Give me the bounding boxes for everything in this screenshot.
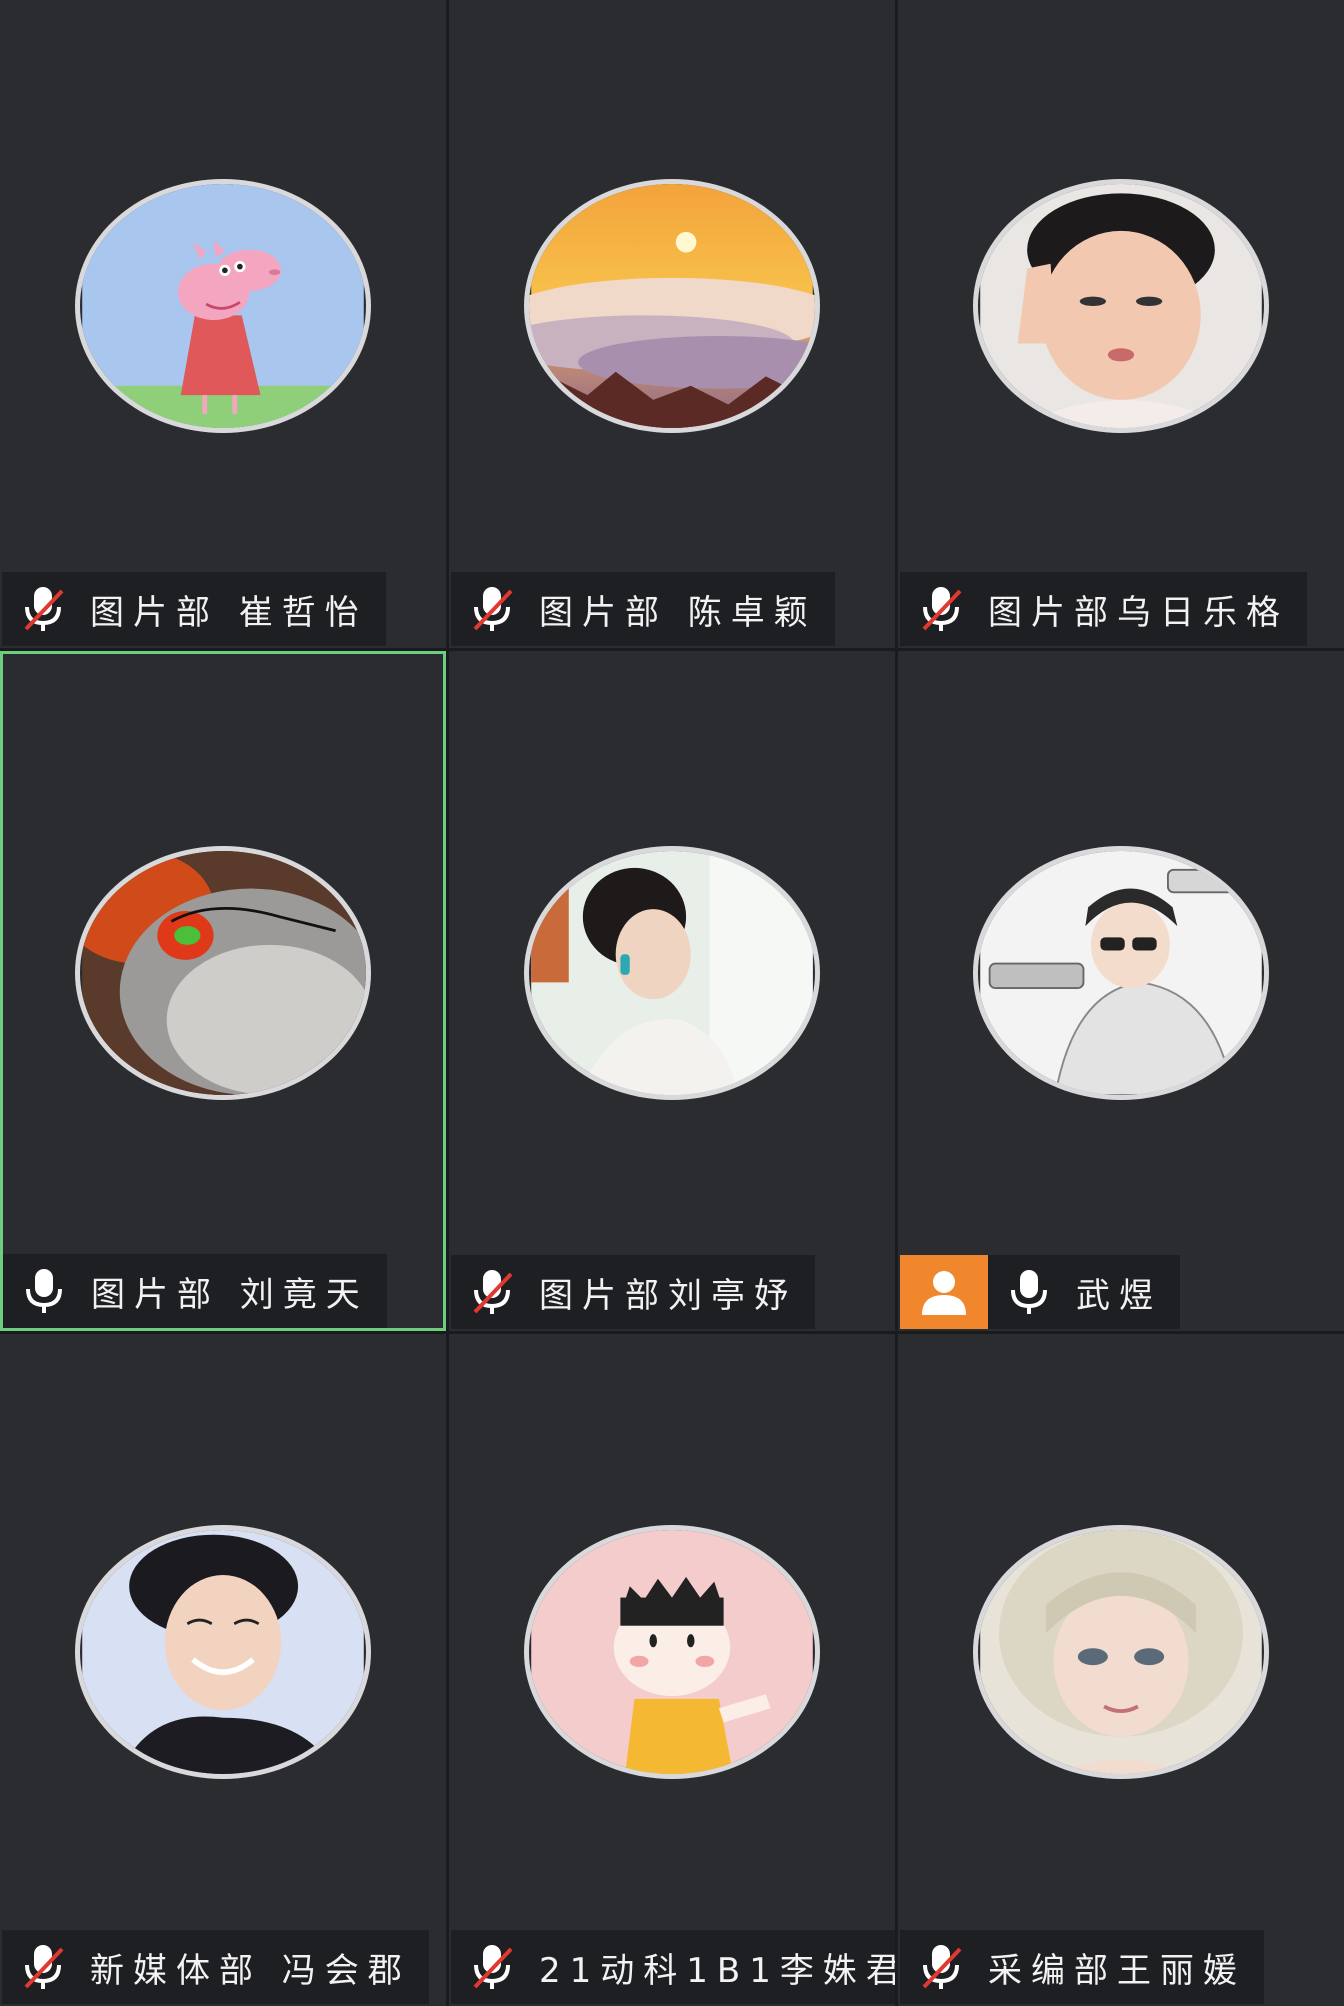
avatar xyxy=(75,1525,371,1779)
mic-muted-icon xyxy=(473,1270,513,1314)
sunset-clouds-image xyxy=(529,184,815,428)
young-man-smiling-image xyxy=(82,1530,364,1774)
name-label: 21动科1B1李姝君 xyxy=(451,1930,895,2004)
participant-tile[interactable]: 图片部乌日乐格 xyxy=(898,0,1344,648)
participant-tile[interactable]: 图片部 陈卓颖 xyxy=(449,0,895,648)
avatar xyxy=(524,846,820,1100)
participant-name: 图片部 崔哲怡 xyxy=(90,592,368,633)
mic-muted-icon xyxy=(922,587,962,631)
avatar xyxy=(973,846,1269,1100)
mic-icon xyxy=(1011,1270,1047,1314)
participant-name: 图片部乌日乐格 xyxy=(988,592,1289,633)
avatar xyxy=(973,1525,1269,1779)
satellite-storm-image xyxy=(80,851,366,1095)
mic-icon xyxy=(26,1269,62,1313)
name-label: 图片部 刘竟天 xyxy=(3,1254,387,1328)
name-label: 武煜 xyxy=(900,1255,1180,1329)
peppa-pig-image xyxy=(82,184,364,428)
participant-tile[interactable]: 21动科1B1李姝君 xyxy=(449,1334,895,2006)
participant-tile-active[interactable]: 图片部 刘竟天 xyxy=(0,651,446,1331)
participant-tile[interactable]: 图片部 崔哲怡 xyxy=(0,0,446,648)
cartoon-girl-image xyxy=(531,1530,813,1774)
person-icon xyxy=(922,1271,966,1315)
blonde-girl-art-image xyxy=(980,1530,1262,1774)
participant-name: 采编部王丽媛 xyxy=(988,1950,1246,1991)
participant-grid: 图片部 崔哲怡 图片部 陈卓颖 图片部乌日乐格 图片部 刘竟天 图片部刘亭妤 武… xyxy=(0,0,1344,2006)
participant-name: 21动科1B1李姝君 xyxy=(539,1950,895,1991)
avatar xyxy=(75,179,371,433)
name-label: 图片部乌日乐格 xyxy=(900,572,1307,646)
participant-name: 图片部刘亭妤 xyxy=(539,1275,797,1316)
mic-muted-icon xyxy=(473,1945,513,1989)
name-label: 采编部王丽媛 xyxy=(900,1930,1264,2004)
mic-muted-icon xyxy=(473,587,513,631)
avatar xyxy=(524,1525,820,1779)
participant-name: 武煜 xyxy=(1076,1275,1162,1316)
name-label: 新媒体部 冯会郡 xyxy=(2,1930,429,2004)
participant-tile[interactable]: 采编部王丽媛 xyxy=(898,1334,1344,2006)
name-label: 图片部 陈卓颖 xyxy=(451,572,835,646)
avatar xyxy=(973,179,1269,433)
woman-window-image xyxy=(531,851,813,1095)
participant-tile[interactable]: 图片部刘亭妤 xyxy=(449,651,895,1331)
participant-tile[interactable]: 新媒体部 冯会郡 xyxy=(0,1334,446,2006)
no-video-badge xyxy=(900,1255,988,1329)
child-salute-image xyxy=(980,184,1262,428)
participant-name: 图片部 陈卓颖 xyxy=(539,592,817,633)
avatar xyxy=(524,179,820,433)
mic-muted-icon xyxy=(24,1945,64,1989)
participant-name: 新媒体部 冯会郡 xyxy=(90,1950,411,1991)
participant-name: 图片部 刘竟天 xyxy=(91,1274,369,1315)
participant-tile[interactable]: 武煜 xyxy=(898,651,1344,1331)
name-label: 图片部刘亭妤 xyxy=(451,1255,815,1329)
cartoon-photographer-image xyxy=(980,851,1262,1095)
name-label: 图片部 崔哲怡 xyxy=(2,572,386,646)
avatar xyxy=(75,846,371,1100)
mic-muted-icon xyxy=(24,587,64,631)
mic-muted-icon xyxy=(922,1945,962,1989)
